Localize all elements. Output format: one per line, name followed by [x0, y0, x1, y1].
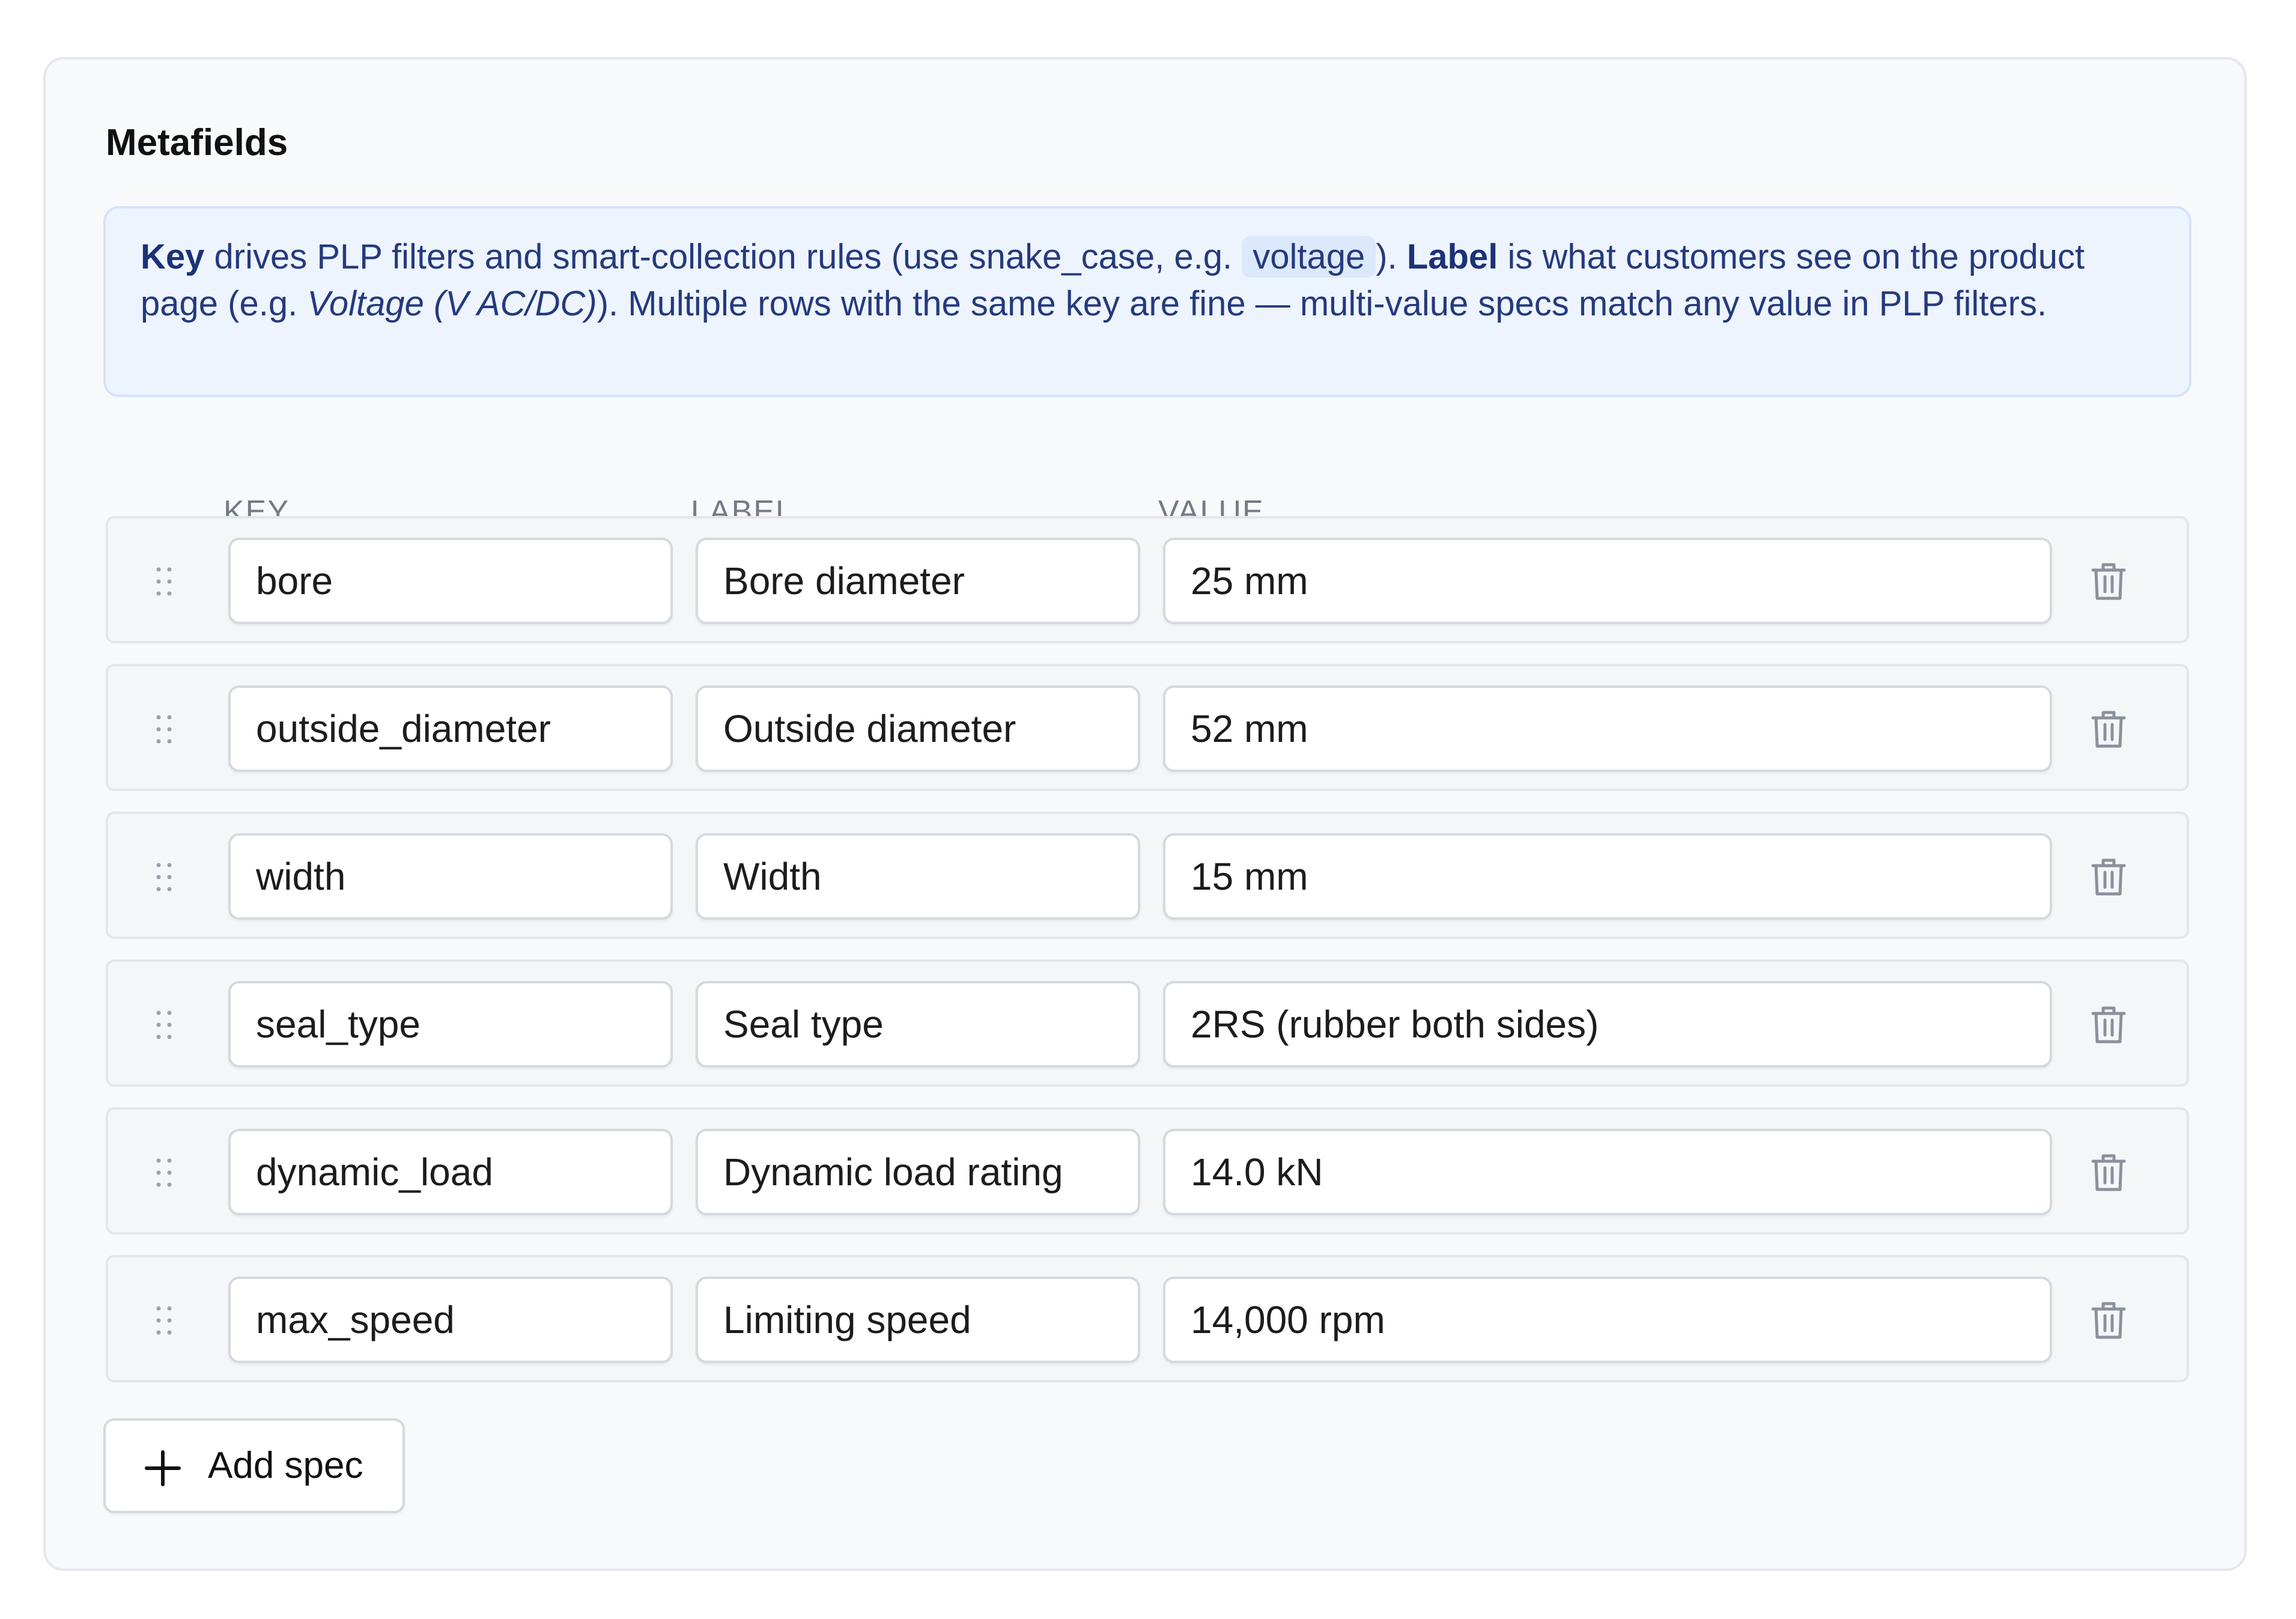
key-input[interactable]: bore [228, 538, 673, 624]
spec-row: outside_diameter Outside diameter 52 mm [106, 664, 2189, 791]
trash-icon[interactable] [2091, 1005, 2127, 1045]
key-input[interactable]: dynamic_load [228, 1129, 673, 1215]
trash-icon[interactable] [2091, 1301, 2127, 1340]
spec-row: max_speed Limiting speed 14,000 rpm [106, 1255, 2189, 1382]
value-input[interactable]: 14.0 kN [1163, 1129, 2052, 1215]
info-text-4: ). Multiple rows with the same key are f… [597, 284, 2047, 323]
value-input[interactable]: 14,000 rpm [1163, 1277, 2052, 1363]
spec-row: bore Bore diameter 25 mm [106, 516, 2189, 643]
key-input[interactable]: seal_type [228, 981, 673, 1068]
value-input[interactable]: 15 mm [1163, 833, 2052, 920]
plus-icon [145, 1450, 181, 1486]
value-input[interactable]: 25 mm [1163, 538, 2052, 624]
label-input[interactable]: Width [696, 833, 1140, 920]
label-input[interactable]: Limiting speed [696, 1277, 1140, 1363]
trash-icon[interactable] [2091, 709, 2127, 749]
drag-handle-icon[interactable] [155, 566, 173, 597]
spec-row: seal_type Seal type 2RS (rubber both sid… [106, 959, 2189, 1087]
trash-icon[interactable] [2091, 857, 2127, 897]
drag-handle-icon[interactable] [155, 714, 173, 744]
info-text-1: drives PLP filters and smart-collection … [204, 237, 1242, 276]
label-input[interactable]: Seal type [696, 981, 1140, 1068]
drag-handle-icon[interactable] [155, 1010, 173, 1040]
key-input[interactable]: max_speed [228, 1277, 673, 1363]
info-text-2: ). [1376, 237, 1407, 276]
trash-icon[interactable] [2091, 562, 2127, 601]
info-callout: Key drives PLP filters and smart-collect… [103, 206, 2191, 397]
add-spec-button[interactable]: Add spec [103, 1418, 405, 1513]
drag-handle-icon[interactable] [155, 862, 173, 892]
key-input[interactable]: outside_diameter [228, 685, 673, 772]
value-input[interactable]: 2RS (rubber both sides) [1163, 981, 2052, 1068]
key-term: Key [141, 237, 205, 276]
spec-row: dynamic_load Dynamic load rating 14.0 kN [106, 1107, 2189, 1235]
label-input[interactable]: Bore diameter [696, 538, 1140, 624]
drag-handle-icon[interactable] [155, 1158, 173, 1188]
label-input[interactable]: Dynamic load rating [696, 1129, 1140, 1215]
code-example: voltage [1242, 236, 1376, 278]
trash-icon[interactable] [2091, 1153, 2127, 1192]
label-input[interactable]: Outside diameter [696, 685, 1140, 772]
italic-example: Voltage (V AC/DC) [307, 284, 597, 323]
key-input[interactable]: width [228, 833, 673, 920]
metafields-panel: Metafields Key drives PLP filters and sm… [43, 57, 2247, 1571]
spec-row: width Width 15 mm [106, 812, 2189, 939]
section-title: Metafields [106, 122, 288, 163]
value-input[interactable]: 52 mm [1163, 685, 2052, 772]
drag-handle-icon[interactable] [155, 1305, 173, 1335]
label-term: Label [1406, 237, 1498, 276]
add-spec-label: Add spec [208, 1445, 363, 1486]
